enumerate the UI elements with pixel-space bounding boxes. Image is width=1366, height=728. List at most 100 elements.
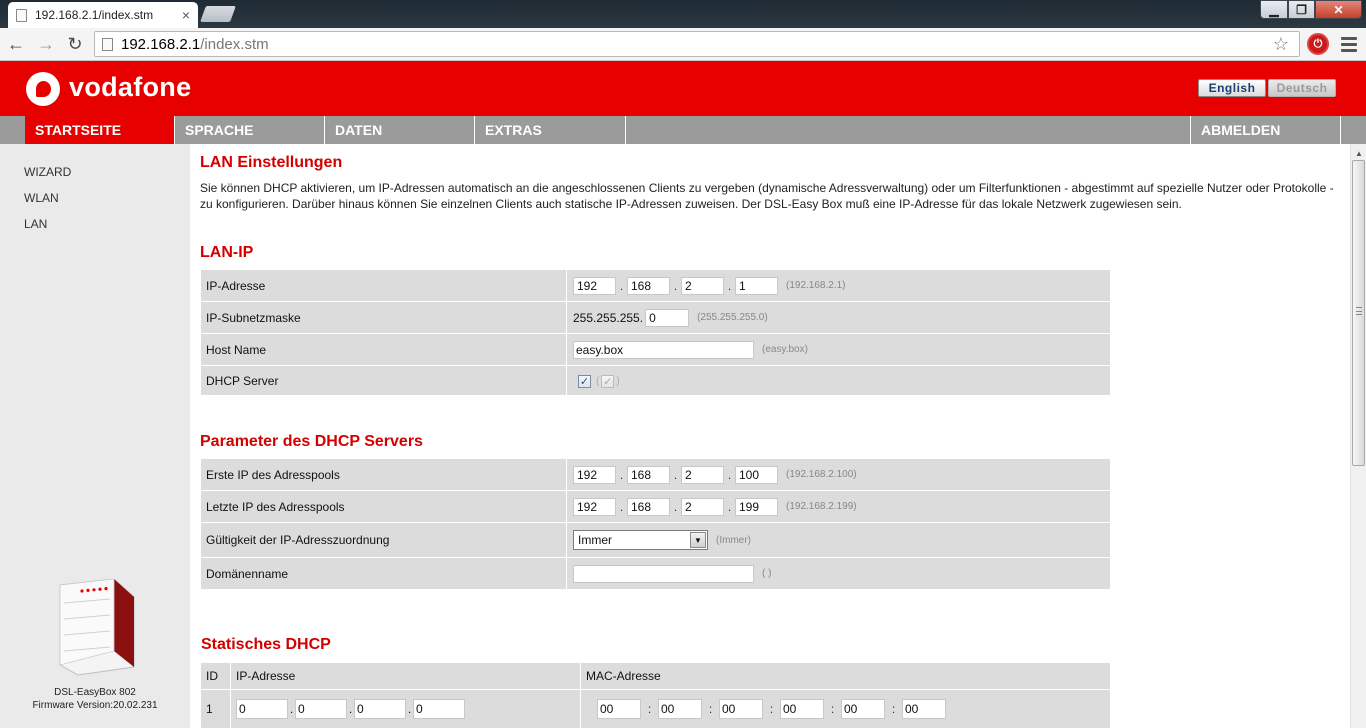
column-ip-header: IP-Adresse bbox=[231, 663, 581, 689]
content-area: LAN Einstellungen Sie können DHCP aktivi… bbox=[190, 144, 1350, 728]
static-dhcp-table: ID IP-Adresse MAC-Adresse 1 . . . : : : … bbox=[201, 663, 1110, 728]
host-name-hint: (easy.box) bbox=[762, 344, 808, 355]
section-title-static-dhcp: Statisches DHCP bbox=[201, 636, 331, 653]
chevron-down-icon[interactable]: ▼ bbox=[690, 532, 706, 548]
easybox-device-image bbox=[59, 579, 135, 676]
lease-time-row: Gültigkeit der IP-Adresszuordnung Immer … bbox=[201, 523, 1110, 558]
device-name: DSL-EasyBox 802 bbox=[54, 687, 136, 698]
nav-extras[interactable]: EXTRAS bbox=[475, 116, 626, 144]
subnet-mask-hint: (255.255.255.0) bbox=[697, 312, 768, 323]
english-button[interactable]: English bbox=[1198, 79, 1266, 97]
new-tab-button[interactable] bbox=[200, 6, 236, 22]
mac-octet-1-input[interactable] bbox=[597, 699, 641, 719]
subnet-mask-prefix: 255.255.255. bbox=[573, 310, 644, 325]
vodafone-logo-icon bbox=[26, 72, 60, 106]
last-ip-octet-4-input[interactable] bbox=[735, 497, 778, 516]
last-ip-hint: (192.168.2.199) bbox=[786, 501, 857, 512]
first-ip-hint: (192.168.2.100) bbox=[786, 469, 857, 480]
table-row: 1 . . . : : : : : bbox=[201, 690, 1110, 728]
mac-octet-2-input[interactable] bbox=[658, 699, 702, 719]
browser-toolbar: ← → ↻ 192.168.2.1/index.stm ☆ ⏻ bbox=[0, 28, 1366, 61]
host-name-input[interactable] bbox=[573, 340, 754, 359]
mac-octet-3-input[interactable] bbox=[719, 699, 763, 719]
sidebar-item-wizard[interactable]: WIZARD bbox=[24, 165, 71, 179]
dhcp-server-default-check-icon: ✓ bbox=[601, 374, 615, 388]
subnet-mask-label: IP-Subnetzmaske bbox=[201, 302, 567, 333]
tab-title: 192.168.2.1/index.stm bbox=[35, 8, 154, 22]
domain-name-row: Domänenname ( ) bbox=[201, 558, 1110, 590]
window-minimize-button[interactable]: ▁ bbox=[1260, 0, 1288, 19]
reload-icon[interactable]: ↻ bbox=[64, 32, 86, 56]
column-id-header: ID bbox=[201, 663, 231, 689]
last-ip-octet-2-input[interactable] bbox=[627, 497, 670, 516]
static-ip-octet-2-input[interactable] bbox=[295, 699, 347, 719]
back-arrow-icon[interactable]: ← bbox=[5, 32, 27, 56]
firmware-version: Firmware Version:20.02.231 bbox=[32, 700, 158, 711]
dhcp-server-hint: ( ✓ ) bbox=[596, 374, 620, 388]
static-ip-octet-1-input[interactable] bbox=[236, 699, 288, 719]
first-ip-octet-2-input[interactable] bbox=[627, 465, 670, 484]
mac-octet-6-input[interactable] bbox=[902, 699, 946, 719]
ip-octet-4-input[interactable] bbox=[735, 276, 778, 295]
first-ip-octet-4-input[interactable] bbox=[735, 465, 778, 484]
menu-icon[interactable] bbox=[1337, 32, 1361, 56]
ip-octet-3-input[interactable] bbox=[681, 276, 724, 295]
lease-time-select[interactable]: Immer ▼ bbox=[573, 530, 708, 550]
lease-time-hint: (Immer) bbox=[716, 534, 751, 546]
domain-name-label: Domänenname bbox=[201, 558, 567, 589]
subnet-mask-input[interactable] bbox=[645, 308, 690, 327]
router-page: vodafone English Deutsch STARTSEITE SPRA… bbox=[0, 61, 1366, 728]
deutsch-button[interactable]: Deutsch bbox=[1268, 79, 1336, 97]
host-name-label: Host Name bbox=[201, 334, 567, 365]
sidebar: WIZARD WLAN LAN DSL-EasyBox 802 Firmware… bbox=[0, 144, 190, 728]
last-ip-row: Letzte IP des Adresspools . . . (192.168… bbox=[201, 491, 1110, 523]
static-ip-octet-4-input[interactable] bbox=[413, 699, 465, 719]
sidebar-item-lan[interactable]: LAN bbox=[24, 217, 47, 231]
nav-daten[interactable]: DATEN bbox=[325, 116, 475, 144]
intro-text: Sie können DHCP aktivieren, um IP-Adress… bbox=[200, 181, 1334, 211]
last-ip-octet-1-input[interactable] bbox=[573, 497, 616, 516]
domain-name-input[interactable] bbox=[573, 564, 754, 583]
lease-time-label: Gültigkeit der IP-Adresszuordnung bbox=[201, 523, 567, 557]
static-ip-octet-3-input[interactable] bbox=[354, 699, 406, 719]
column-mac-header: MAC-Adresse bbox=[586, 669, 661, 683]
sidebar-item-wlan[interactable]: WLAN bbox=[24, 191, 59, 205]
nav-abmelden[interactable]: ABMELDEN bbox=[1190, 116, 1341, 144]
extension-power-icon[interactable]: ⏻ bbox=[1307, 33, 1329, 55]
scrollbar-thumb[interactable] bbox=[1352, 160, 1365, 466]
tab-close-icon[interactable]: × bbox=[182, 7, 190, 23]
ip-octet-1-input[interactable] bbox=[573, 276, 616, 295]
scroll-up-icon[interactable]: ▲ bbox=[1355, 149, 1363, 158]
section-title-lan-ip: LAN-IP bbox=[200, 244, 254, 261]
static-mac-cell: : : : : : bbox=[581, 690, 1110, 728]
window-close-button[interactable]: ✕ bbox=[1315, 0, 1362, 19]
forward-arrow-icon[interactable]: → bbox=[35, 32, 57, 56]
host-name-row: Host Name (easy.box) bbox=[201, 334, 1110, 366]
first-ip-row: Erste IP des Adresspools . . . (192.168.… bbox=[201, 459, 1110, 491]
browser-tab[interactable]: 192.168.2.1/index.stm × bbox=[8, 2, 198, 28]
page-title: LAN Einstellungen bbox=[200, 154, 343, 171]
static-dhcp-header: ID IP-Adresse MAC-Adresse bbox=[201, 663, 1110, 690]
first-ip-octet-1-input[interactable] bbox=[573, 465, 616, 484]
page-icon bbox=[16, 8, 27, 22]
domain-name-hint: ( ) bbox=[762, 568, 772, 579]
section-title-dhcp: Parameter des DHCP Servers bbox=[200, 433, 423, 450]
address-bar[interactable]: 192.168.2.1/index.stm ☆ bbox=[94, 31, 1300, 57]
mac-octet-4-input[interactable] bbox=[780, 699, 824, 719]
url-host: 192.168.2.1 bbox=[121, 35, 201, 53]
main-nav: STARTSEITE SPRACHE DATEN EXTRAS ABMELDEN bbox=[0, 116, 1366, 144]
brand-header: vodafone English Deutsch bbox=[0, 61, 1366, 116]
nav-startseite[interactable]: STARTSEITE bbox=[25, 116, 175, 144]
dhcp-server-checkbox[interactable]: ✓ bbox=[578, 374, 591, 388]
nav-sprache[interactable]: SPRACHE bbox=[175, 116, 325, 144]
hint-close: ) bbox=[616, 375, 620, 387]
first-ip-octet-3-input[interactable] bbox=[681, 465, 724, 484]
ip-octet-2-input[interactable] bbox=[627, 276, 670, 295]
bookmark-star-icon[interactable]: ☆ bbox=[1273, 34, 1289, 55]
mac-octet-5-input[interactable] bbox=[841, 699, 885, 719]
last-ip-octet-3-input[interactable] bbox=[681, 497, 724, 516]
page-scrollbar[interactable]: ▲ bbox=[1350, 144, 1366, 728]
hint-open: ( bbox=[596, 375, 600, 387]
lease-time-value: Immer bbox=[578, 533, 612, 547]
window-maximize-button[interactable]: ❐ bbox=[1288, 0, 1315, 19]
